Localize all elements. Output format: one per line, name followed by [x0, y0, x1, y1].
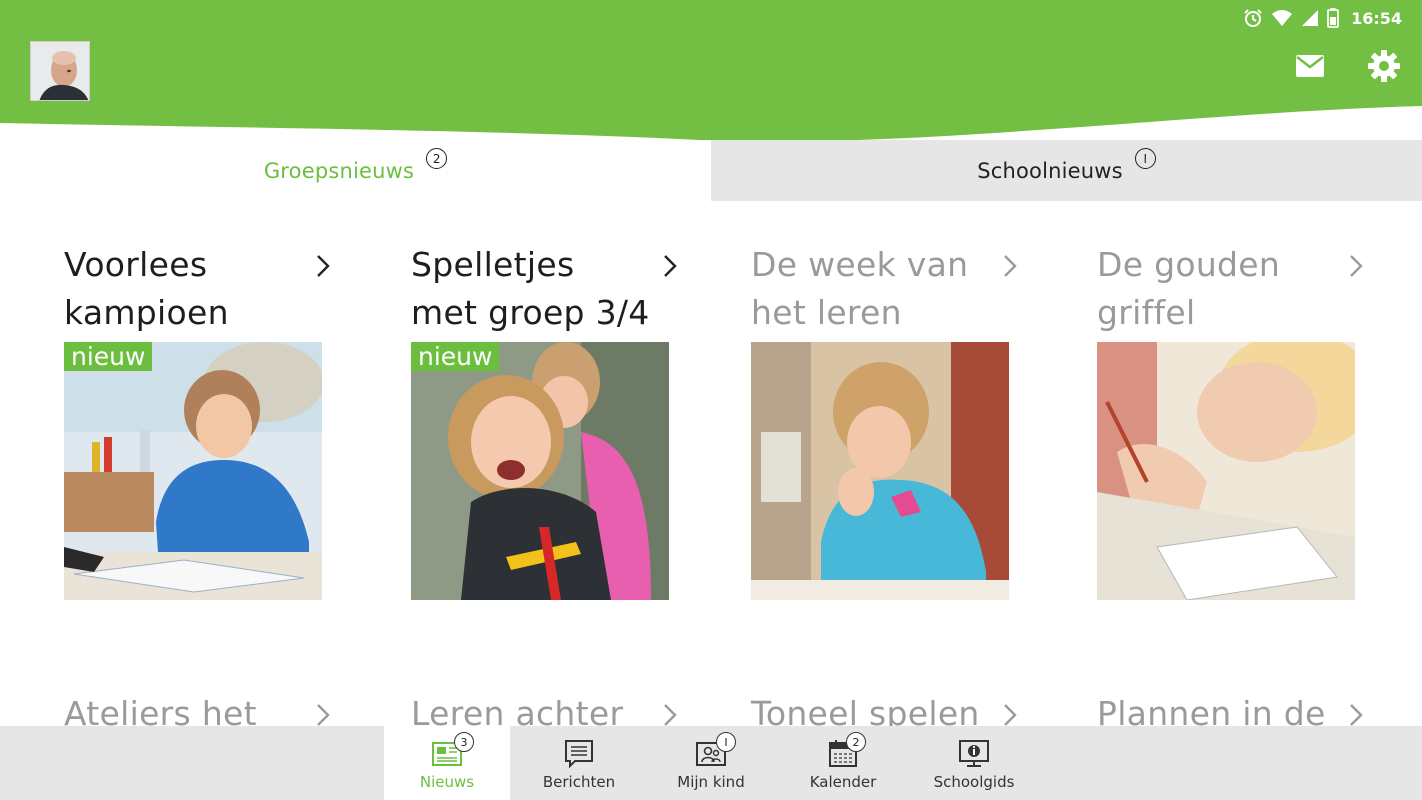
new-badge: nieuw: [64, 342, 153, 371]
girl-thinking-photo: [751, 342, 1009, 600]
chevron-right-icon: [1004, 704, 1017, 726]
nav-item-berichten[interactable]: Berichten: [516, 726, 642, 800]
news-card-title: Spelletjes met groep 3/4: [411, 245, 650, 332]
news-card-title: Voorlees kampioen: [64, 245, 229, 332]
nav-badge: 2: [846, 732, 866, 752]
nav-item-mijn-kind[interactable]: I Mijn kind: [648, 726, 774, 800]
status-bar: 16:54: [1243, 7, 1402, 29]
nav-label: Mijn kind: [677, 773, 745, 791]
nav-badge: I: [716, 732, 736, 752]
girls-playing-photo: [411, 342, 669, 600]
chevron-right-icon: [317, 704, 330, 726]
avatar-photo: [31, 42, 89, 100]
nav-item-nieuws[interactable]: 3 Nieuws: [384, 726, 510, 800]
tab-count-badge: 2: [426, 148, 448, 169]
messages-icon: [565, 740, 593, 768]
nav-label: Kalender: [809, 773, 877, 791]
bottom-navigation: 3 Nieuws Berichten I Mijn kind 2 Kalende…: [0, 726, 1422, 800]
chevron-right-icon: [1350, 255, 1363, 277]
tab-groepsnieuws[interactable]: Groepsnieuws 2: [0, 140, 711, 201]
news-card-image: [1097, 342, 1355, 600]
avatar[interactable]: [30, 41, 90, 101]
news-tabs: Groepsnieuws 2 Schoolnieuws I: [0, 140, 1422, 201]
app-header: 16:54: [0, 0, 1422, 140]
news-card-title: De gouden griffel: [1097, 245, 1281, 332]
nav-badge: 3: [454, 732, 474, 752]
gear-icon: [1368, 50, 1400, 82]
status-time: 16:54: [1351, 8, 1402, 28]
girl-reading-photo: [64, 342, 322, 600]
school-guide-icon: [959, 740, 989, 767]
nav-item-schoolgids[interactable]: Schoolgids: [911, 726, 1037, 800]
settings-button[interactable]: [1364, 46, 1404, 86]
new-badge: nieuw: [411, 342, 500, 371]
news-card-title: De week van het leren: [751, 245, 969, 332]
wifi-icon: [1272, 10, 1293, 26]
battery-icon: [1327, 8, 1339, 28]
news-card-image: [751, 342, 1009, 600]
news-card-image: nieuw: [64, 342, 322, 600]
mail-button[interactable]: [1290, 46, 1330, 86]
girl-writing-photo: [1097, 342, 1355, 600]
news-card[interactable]: Voorlees kampioen nieuw: [64, 241, 344, 600]
nav-label: Schoolgids: [933, 773, 1015, 791]
news-card[interactable]: Spelletjes met groep 3/4 nieuw: [411, 241, 691, 600]
chevron-right-icon: [1004, 255, 1017, 277]
news-card-image: nieuw: [411, 342, 669, 600]
chevron-right-icon: [664, 255, 677, 277]
mail-icon: [1296, 55, 1324, 77]
chevron-right-icon: [1350, 704, 1363, 726]
tab-schoolnieuws[interactable]: Schoolnieuws I: [711, 140, 1422, 201]
nav-label: Nieuws: [419, 773, 475, 791]
signal-icon: [1302, 10, 1319, 26]
header-background: [0, 0, 1422, 140]
tab-count-badge: I: [1134, 148, 1156, 169]
tab-label: Schoolnieuws: [977, 158, 1123, 183]
news-card[interactable]: De gouden griffel: [1097, 241, 1377, 600]
tab-label: Groepsnieuws: [263, 158, 415, 183]
chevron-right-icon: [317, 255, 330, 277]
nav-item-kalender[interactable]: 2 Kalender: [780, 726, 906, 800]
news-card[interactable]: De week van het leren: [751, 241, 1031, 600]
chevron-right-icon: [664, 704, 677, 726]
nav-label: Berichten: [542, 773, 616, 791]
alarm-icon: [1244, 9, 1262, 27]
